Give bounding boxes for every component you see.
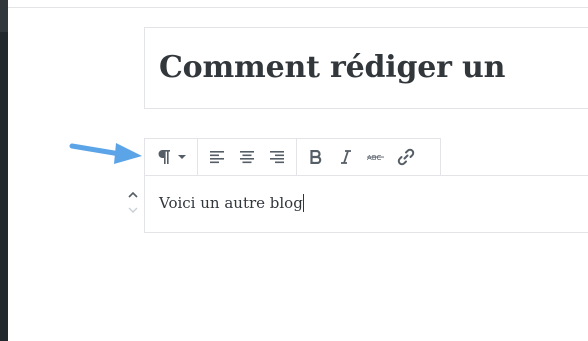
align-center-icon (239, 150, 255, 164)
strikethrough-icon: ABC (367, 152, 385, 162)
annotation-arrow-icon (68, 138, 148, 174)
text-cursor (302, 194, 304, 212)
pilcrow-icon (156, 148, 172, 166)
admin-sidebar (0, 0, 8, 341)
paragraph-block[interactable]: Voici un autre blog (144, 175, 588, 233)
strikethrough-button[interactable]: ABC (361, 142, 391, 172)
svg-text:ABC: ABC (367, 154, 381, 162)
link-button[interactable] (391, 142, 421, 172)
block-type-switcher[interactable] (151, 142, 191, 172)
header-divider (8, 7, 588, 8)
align-center-button[interactable] (232, 142, 262, 172)
italic-icon (340, 150, 352, 164)
link-icon (397, 148, 415, 166)
caret-down-icon (178, 154, 186, 160)
italic-button[interactable] (331, 142, 361, 172)
move-down-button[interactable] (124, 200, 142, 216)
bold-icon (310, 150, 322, 164)
align-left-icon (209, 150, 225, 164)
editor-frame: Comment rédiger un ABC Voici un autre bl… (0, 0, 588, 341)
block-type-group (145, 139, 198, 175)
block-toolbar: ABC (144, 138, 441, 176)
block-mover (124, 184, 142, 222)
alignment-group (198, 139, 297, 175)
bold-button[interactable] (301, 142, 331, 172)
post-title[interactable]: Comment rédiger un (159, 50, 505, 85)
paragraph-text[interactable]: Voici un autre blog (159, 194, 304, 212)
post-title-block[interactable]: Comment rédiger un (144, 27, 588, 109)
align-left-button[interactable] (202, 142, 232, 172)
align-right-button[interactable] (262, 142, 292, 172)
paragraph-content: Voici un autre blog (159, 194, 303, 212)
chevron-down-icon (128, 199, 138, 218)
align-right-icon (269, 150, 285, 164)
formatting-group: ABC (297, 139, 425, 175)
